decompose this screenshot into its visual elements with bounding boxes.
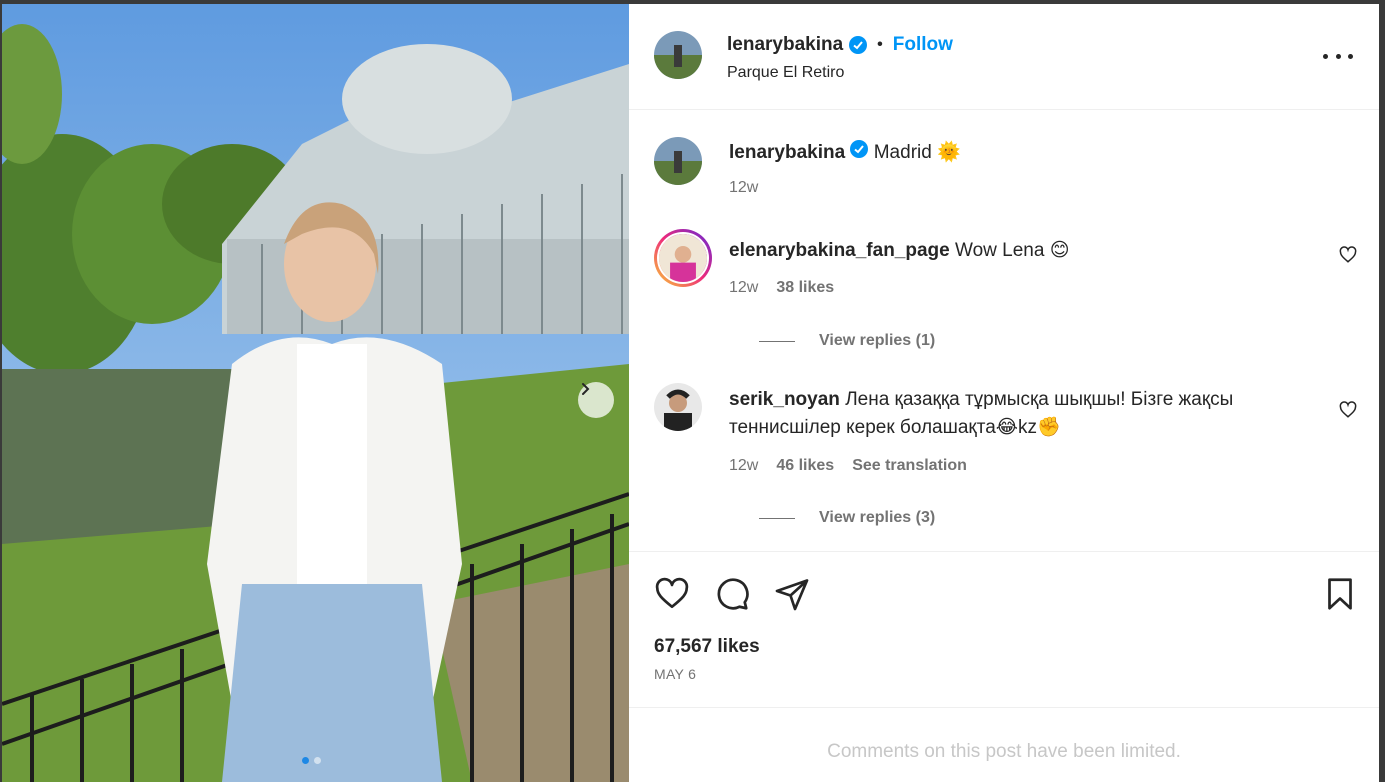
caption-time[interactable]: 12w [729,179,758,197]
more-options-icon[interactable] [1323,44,1353,68]
view-replies-label: View replies (3) [819,509,936,526]
paper-plane-icon[interactable] [774,576,810,612]
replies-line [759,517,795,519]
comment-text: elenarybakina_fan_page Wow Lena 😊 [729,237,1299,265]
avatar-image [654,31,702,79]
see-translation-button[interactable]: See translation [852,457,967,475]
post-header: lenarybakina • Follow Parque El Retiro [629,4,1379,110]
separator-dot: • [877,36,883,53]
caption-meta: 12w [729,179,758,197]
like-count[interactable]: 67,567 likes [654,636,760,658]
caption-emoji: 🌞 [937,142,961,163]
carousel-indicator [302,757,321,764]
view-replies-label: View replies (1) [819,332,936,349]
comment-likes[interactable]: 46 likes [776,457,834,475]
carousel-dot-active [302,757,309,764]
comment-avatar[interactable] [654,383,702,431]
post-location[interactable]: Parque El Retiro [727,64,844,82]
follow-button[interactable]: Follow [893,34,953,56]
header-user-row: lenarybakina • Follow [727,34,953,56]
comment-body: Wow Lena 😊 [955,240,1070,261]
caption-row: lenarybakina Madrid 🌞 12w [654,131,1354,201]
comment-username[interactable]: elenarybakina_fan_page [729,240,950,261]
photo-illustration [2,4,629,782]
comment-meta: 12w 38 likes [729,279,834,297]
comment-like-heart-icon[interactable] [1339,401,1357,419]
comment-time[interactable]: 12w [729,279,758,297]
avatar-image [657,232,709,284]
avatar-image [654,137,702,185]
caption-avatar[interactable] [654,137,702,185]
heart-icon[interactable] [654,576,690,612]
view-replies-button[interactable]: View replies (1) [759,332,935,350]
next-image-button[interactable] [578,382,614,418]
post-details-panel: lenarybakina • Follow Parque El Retiro l… [629,4,1379,782]
comment-text: serik_noyan Лена қазаққа тұрмысқа шықшы!… [729,386,1299,442]
chevron-right-icon [582,383,590,395]
comment-meta: 12w 46 likes See translation [729,457,967,475]
comment-likes[interactable]: 38 likes [776,279,834,297]
comments-list: lenarybakina Madrid 🌞 12w elenarybakina_… [629,111,1379,551]
author-avatar[interactable] [654,31,702,79]
view-replies-button[interactable]: View replies (3) [759,509,935,527]
comment-item: elenarybakina_fan_page Wow Lena 😊 12w 38… [654,229,1357,350]
verified-badge-icon [849,36,868,54]
caption-text: lenarybakina Madrid 🌞 [729,139,1299,167]
author-username[interactable]: lenarybakina [727,34,843,56]
replies-line [759,340,795,342]
comment-box-area: Comments on this post have been limited. [629,707,1379,782]
comment-bubble-icon[interactable] [714,576,750,612]
comment-username[interactable]: serik_noyan [729,389,840,410]
post-date[interactable]: MAY 6 [654,666,696,682]
comment-item: serik_noyan Лена қазаққа тұрмысқа шықшы!… [654,383,1357,533]
post-photo [2,4,629,782]
caption-username[interactable]: lenarybakina [729,142,845,163]
post-actions: 67,567 likes MAY 6 [629,551,1379,711]
comments-limited-notice: Comments on this post have been limited. [827,741,1181,762]
avatar-image [654,383,702,431]
comment-like-heart-icon[interactable] [1339,246,1357,264]
comment-time[interactable]: 12w [729,457,758,475]
carousel-dot [314,757,321,764]
caption-body: Madrid [873,142,932,163]
verified-badge-icon [850,140,869,158]
comment-avatar-story-ring[interactable] [654,229,712,287]
bookmark-icon[interactable] [1322,576,1358,612]
